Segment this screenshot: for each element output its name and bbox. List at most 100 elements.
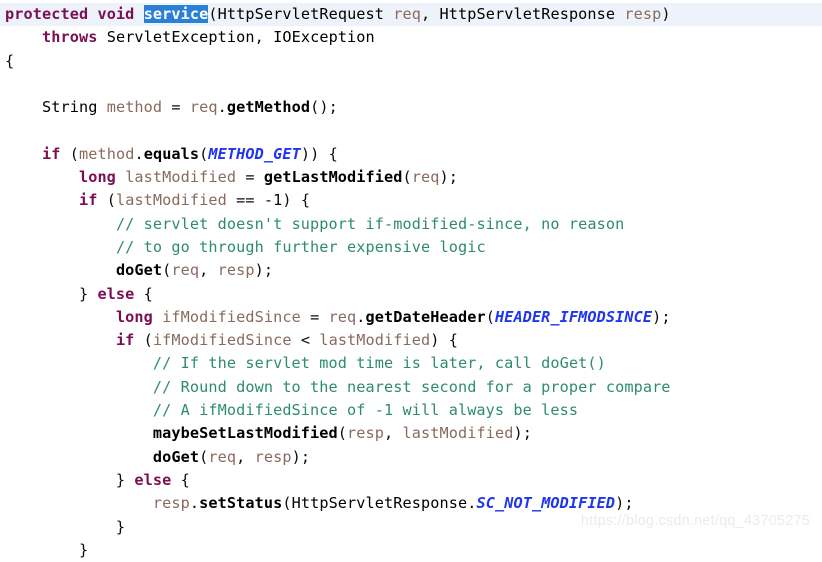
code-line[interactable]: maybeSetLastModified(resp, lastModified)…: [0, 422, 822, 445]
code-token-punc: =: [236, 168, 264, 187]
code-token-punc: )) {: [300, 144, 338, 163]
code-token-selected[interactable]: service: [143, 5, 209, 23]
code-token-punc: }: [5, 517, 126, 536]
code-line[interactable]: long ifModifiedSince = req.getDateHeader…: [0, 306, 822, 329]
code-token-kw: if: [115, 331, 135, 350]
code-line[interactable]: protected void service(HttpServletReques…: [0, 3, 822, 27]
code-token-var: lastModified: [115, 191, 227, 210]
code-token-punc: ,: [236, 447, 255, 466]
code-token-param: resp: [347, 424, 385, 443]
code-token-punc: {: [134, 284, 153, 303]
code-line[interactable]: ​: [0, 73, 822, 96]
code-token-punc: (: [485, 307, 495, 326]
code-line[interactable]: String method = req.getMethod();: [0, 96, 822, 119]
code-token-punc: (: [134, 331, 153, 350]
code-token-punc: (: [208, 5, 218, 23]
code-token-punc: );: [652, 307, 671, 326]
code-token-punc: );: [513, 424, 532, 443]
code-token-punc: (: [402, 168, 412, 187]
code-token-var: method: [78, 144, 135, 163]
code-line[interactable]: } else {: [0, 283, 822, 306]
code-token-punc: );: [254, 261, 274, 280]
code-token-param: req: [393, 5, 422, 23]
code-line[interactable]: if (method.equals(METHOD_GET)) {: [0, 143, 822, 166]
code-line[interactable]: // servlet doesn't support if-modified-s…: [0, 213, 822, 236]
code-line[interactable]: }: [0, 539, 822, 562]
code-token-kw: if: [41, 144, 61, 163]
code-viewer[interactable]: protected void service(HttpServletReques…: [0, 0, 822, 559]
code-token-punc: }: [5, 284, 98, 303]
code-token-method: doGet: [115, 261, 163, 280]
code-token-punc: );: [615, 494, 634, 513]
code-token-method: getDateHeader: [365, 307, 486, 326]
code-token-static: HEADER_IFMODSINCE: [494, 307, 653, 326]
code-token-punc: ) {: [430, 331, 458, 350]
code-token-param: resp: [254, 447, 292, 466]
code-token-punc: == -1) {: [226, 191, 311, 210]
code-token-punc: ,: [199, 261, 218, 280]
code-line[interactable]: throws ServletException, IOException: [0, 26, 822, 49]
code-token-var: lastModified: [319, 331, 431, 350]
code-token-punc: }: [5, 540, 89, 559]
code-line[interactable]: // If the servlet mod time is later, cal…: [0, 352, 822, 375]
code-token-param: req: [208, 447, 237, 466]
code-line[interactable]: // A ifModifiedSince of -1 will always b…: [0, 399, 822, 422]
code-token-punc: =: [300, 307, 329, 326]
code-token-punc: .: [134, 144, 144, 163]
code-token-param: req: [411, 168, 440, 187]
code-token-type: HttpServletResponse: [291, 494, 468, 513]
code-line[interactable]: ​: [0, 119, 822, 142]
code-text-area[interactable]: protected void service(HttpServletReques…: [0, 0, 822, 562]
code-line[interactable]: if (ifModifiedSince < lastModified) {: [0, 329, 822, 352]
code-token-method: doGet: [152, 447, 200, 466]
code-token-comment: // If the servlet mod time is later, cal…: [152, 354, 606, 373]
code-token-var: lastModified: [125, 168, 237, 187]
code-token-kw: throws: [41, 28, 98, 47]
code-token-param: resp: [217, 261, 255, 280]
code-token-comment: // A ifModifiedSince of -1 will always b…: [152, 401, 579, 420]
code-token-punc: ();: [310, 98, 338, 117]
code-token-punc: (: [282, 494, 292, 513]
code-token-punc: ): [661, 5, 671, 23]
code-line[interactable]: } else {: [0, 469, 822, 492]
code-token-punc: ,: [421, 5, 440, 23]
code-line[interactable]: // to go through further expensive logic: [0, 236, 822, 259]
code-token-punc: (: [60, 144, 79, 163]
code-token-method: maybeSetLastModified: [152, 424, 338, 443]
code-token-kw: if: [78, 191, 98, 210]
code-token-punc: );: [439, 168, 458, 187]
code-token-comment: // Round down to the nearest second for …: [152, 377, 671, 396]
code-token-punc: ,: [254, 28, 274, 47]
code-token-punc: <: [291, 331, 320, 350]
code-line[interactable]: long lastModified = getLastModified(req)…: [0, 166, 822, 189]
code-line[interactable]: // Round down to the nearest second for …: [0, 376, 822, 399]
code-line[interactable]: {: [0, 50, 822, 73]
code-token-param: req: [328, 307, 357, 326]
code-token-punc: =: [162, 98, 190, 117]
code-token-var: lastModified: [402, 424, 514, 443]
code-line[interactable]: doGet(req, resp);: [0, 446, 822, 469]
code-token-method: equals: [143, 144, 200, 163]
code-line[interactable]: if (lastModified == -1) {: [0, 189, 822, 212]
code-line[interactable]: }: [0, 516, 822, 539]
code-token-punc: );: [291, 447, 311, 466]
code-line[interactable]: resp.setStatus(HttpServletResponse.SC_NO…: [0, 492, 822, 515]
code-line[interactable]: doGet(req, resp);: [0, 259, 822, 282]
